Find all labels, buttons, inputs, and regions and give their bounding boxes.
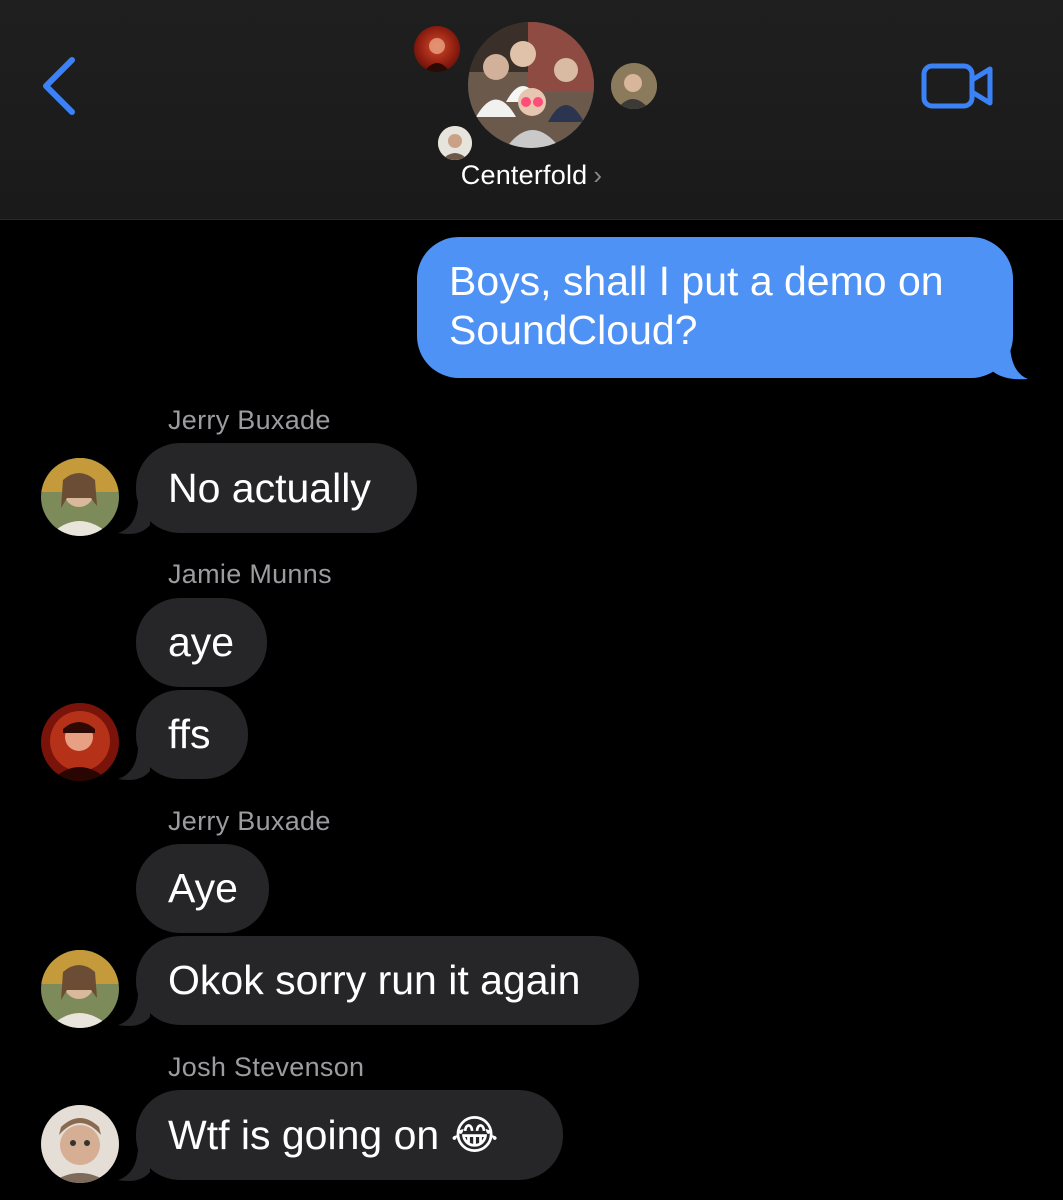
bubble-tail-incoming — [118, 1150, 150, 1181]
sender-name: Josh Stevenson — [168, 1052, 365, 1082]
message-bubble-incoming[interactable]: No actually — [136, 443, 417, 533]
chevron-left-icon — [43, 57, 75, 115]
sender-avatar[interactable] — [41, 458, 119, 536]
bubble-tail-outgoing — [990, 347, 1028, 380]
bubble-tail-incoming — [118, 749, 150, 780]
member-avatar-small-red — [414, 26, 460, 72]
video-call-button[interactable] — [921, 62, 993, 110]
video-camera-icon — [921, 63, 993, 109]
sender-avatar[interactable] — [41, 703, 119, 781]
message-text: Boys, shall I put a demo on SoundCloud? — [449, 258, 944, 353]
bubble-tail-incoming — [118, 503, 150, 534]
message-text: Wtf is going on 😂 — [168, 1112, 499, 1158]
message-bubble-incoming[interactable]: aye — [136, 598, 267, 687]
message-text: Okok sorry run it again — [168, 957, 581, 1003]
group-name: Centerfold — [460, 160, 588, 190]
sender-avatar[interactable] — [41, 1105, 119, 1183]
member-avatar-small-bottom — [438, 126, 472, 160]
message-text: No actually — [168, 465, 371, 511]
sender-name: Jerry Buxade — [168, 405, 331, 435]
message-text: aye — [168, 619, 235, 665]
message-bubble-incoming[interactable]: Okok sorry run it again — [136, 936, 639, 1025]
group-photo-avatar[interactable] — [468, 22, 594, 148]
message-bubble-outgoing[interactable]: Boys, shall I put a demo on SoundCloud? — [417, 237, 1013, 378]
message-text: ffs — [168, 711, 211, 757]
sender-avatar[interactable] — [41, 950, 119, 1028]
member-avatar-small-right — [611, 63, 657, 109]
conversation-header: Centerfold › — [0, 0, 1063, 220]
chevron-right-icon: › — [593, 160, 603, 190]
message-bubble-incoming[interactable]: ffs — [136, 690, 248, 779]
message-list: Boys, shall I put a demo on SoundCloud? … — [0, 219, 1063, 1200]
message-text: Aye — [168, 865, 238, 911]
back-button[interactable] — [38, 55, 82, 117]
group-name-button[interactable]: Centerfold › — [0, 160, 1063, 191]
message-bubble-incoming[interactable]: Wtf is going on 😂 — [136, 1090, 563, 1180]
sender-name: Jerry Buxade — [168, 806, 331, 836]
bubble-tail-incoming — [118, 995, 150, 1026]
sender-name: Jamie Munns — [168, 559, 332, 589]
message-bubble-incoming[interactable]: Aye — [136, 844, 269, 933]
